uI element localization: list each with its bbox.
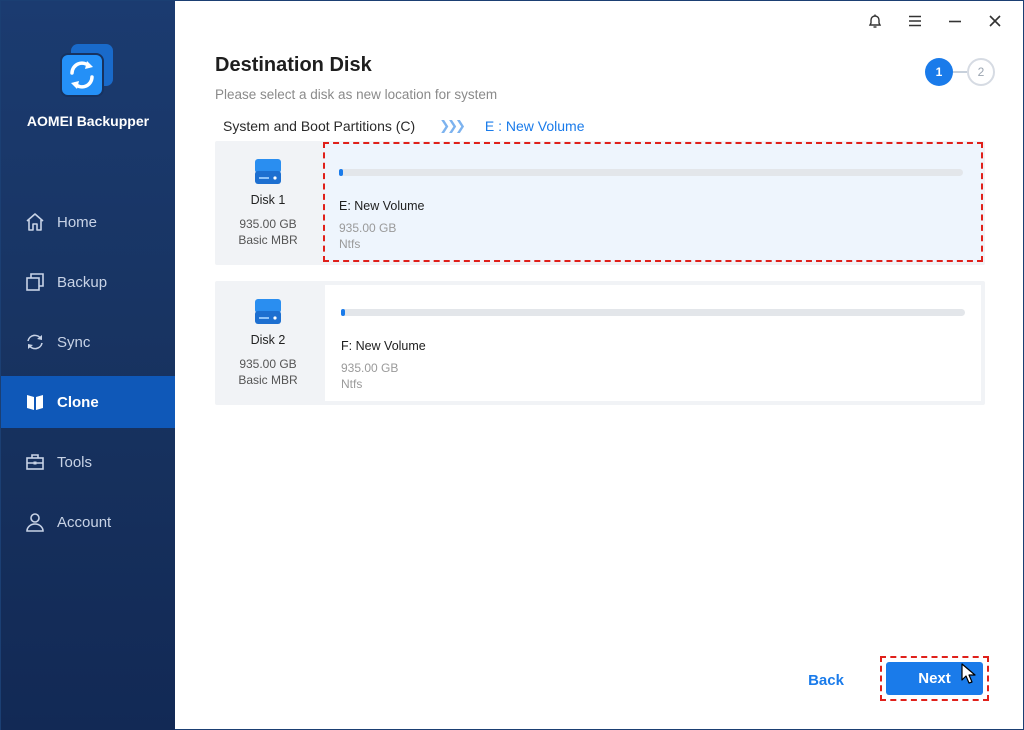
partition-e-selected[interactable]: E: New Volume 935.00 GB Ntfs [323,142,983,262]
sidebar-item-backup[interactable]: Backup [1,252,175,312]
sidebar-item-home[interactable]: Home [1,192,175,252]
disk-name: Disk 2 [250,333,286,347]
mouse-cursor-icon [961,663,977,690]
sidebar-item-label: Backup [57,273,108,291]
disk-info[interactable]: Disk 2 935.00 GB Basic MBR [215,281,321,405]
crumb-destination: E : New Volume [484,118,585,134]
tools-icon [25,452,45,472]
back-button[interactable]: Back [797,667,855,693]
disk-row: Disk 2 935.00 GB Basic MBR F: New Volume… [215,281,985,405]
partition-name: E: New Volume [339,199,425,213]
sidebar: AOMEI Backupper Home Backup Sync Clone T… [1,1,175,730]
sync-icon [25,332,45,352]
window-controls [855,9,1015,33]
step-1-current: 1 [925,58,953,86]
partition-name: F: New Volume [341,339,426,353]
step-indicator: 1 2 [925,58,997,88]
account-icon [25,512,45,532]
disk-info[interactable]: Disk 1 935.00 GB Basic MBR [215,141,321,265]
page-title: Destination Disk [215,54,372,76]
disk-name: Disk 1 [250,193,286,207]
partition-filesystem: Ntfs [341,377,363,391]
disk-size: 935.00 GB [239,217,297,231]
usage-bar [339,169,963,176]
close-icon[interactable] [975,9,1015,33]
sidebar-item-label: Account [57,513,112,531]
backup-icon [25,272,45,292]
menu-icon[interactable] [895,9,935,33]
usage-bar-fill [339,169,343,176]
sidebar-item-sync[interactable]: Sync [1,312,175,372]
clone-icon [25,392,45,412]
crumb-source: System and Boot Partitions (C) [223,118,416,134]
disk-type: Basic MBR [238,233,298,247]
disk-row: Disk 1 935.00 GB Basic MBR E: New Volume… [215,141,985,265]
aomei-logo-icon [57,41,117,101]
minimize-icon[interactable] [935,9,975,33]
breadcrumb: System and Boot Partitions (C) ❯❯❯ E : N… [223,118,584,134]
brand-name: AOMEI Backupper [26,113,150,129]
disk-size: 935.00 GB [239,357,297,371]
sidebar-item-label: Clone [57,393,99,411]
page-subtitle: Please select a disk as new location for… [215,87,498,102]
sidebar-item-clone[interactable]: Clone [1,376,175,428]
sidebar-item-label: Sync [57,333,91,351]
disk-type: Basic MBR [238,373,298,387]
partition-f[interactable]: F: New Volume 935.00 GB Ntfs [325,285,981,401]
step-2: 2 [967,58,995,86]
partition-size: 935.00 GB [339,221,397,235]
usage-bar [341,309,965,316]
hard-disk-icon [253,157,283,192]
sidebar-nav: Home Backup Sync Clone Tools Account [1,192,175,552]
step-connector [953,71,967,73]
home-icon [25,212,45,232]
usage-bar-fill [341,309,345,316]
bell-icon[interactable] [855,9,895,33]
partition-size: 935.00 GB [341,361,399,375]
sidebar-item-tools[interactable]: Tools [1,432,175,492]
app-window: AOMEI Backupper Home Backup Sync Clone T… [0,0,1024,730]
sidebar-item-label: Home [57,213,98,231]
sidebar-item-label: Tools [57,453,93,471]
hard-disk-icon [253,297,283,332]
sidebar-item-account[interactable]: Account [1,492,175,552]
partition-filesystem: Ntfs [339,237,361,251]
double-chevron-right-icon: ❯❯❯ [439,118,466,133]
